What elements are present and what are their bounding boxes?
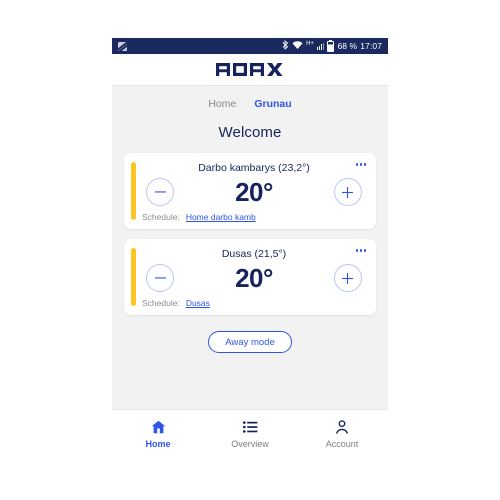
nav-label-home: Home	[145, 439, 171, 449]
minus-circle-icon[interactable]	[146, 178, 174, 206]
app-notification-icon	[118, 41, 127, 51]
nav-label-overview: Overview	[231, 439, 269, 449]
minus-circle-icon[interactable]	[146, 264, 174, 292]
network-type-label: H+	[306, 40, 314, 47]
app-header	[112, 54, 388, 86]
device-card-list: Darbo kambarys (23,2°) 20° Schedule: Hom…	[112, 141, 388, 315]
status-bar-right: H+ 68 % 17:07	[282, 39, 382, 52]
plus-circle-icon[interactable]	[333, 178, 362, 206]
adax-logo	[216, 63, 284, 76]
device-name: Dusas (21,5°)	[221, 248, 287, 260]
nav-item-home[interactable]: Home	[112, 410, 204, 458]
bluetooth-icon	[282, 40, 289, 52]
status-bar-left	[118, 41, 127, 51]
schedule-label: Schedule:	[142, 298, 180, 308]
signal-bars-icon	[316, 42, 325, 50]
card-accent-bar	[131, 162, 136, 220]
list-icon	[242, 419, 258, 434]
tab-grunau[interactable]: Grunau	[254, 98, 291, 110]
tab-home[interactable]: Home	[208, 98, 236, 110]
battery-icon	[327, 39, 335, 52]
plus-circle-icon[interactable]	[333, 264, 362, 292]
device-card[interactable]: Dusas (21,5°) 20° Schedule: Dusas	[124, 239, 376, 315]
schedule-row: Schedule: Dusas	[142, 294, 366, 308]
wifi-icon	[292, 40, 303, 52]
card-header: Dusas (21,5°)	[142, 247, 366, 260]
schedule-row: Schedule: Home darbo kamb	[142, 208, 366, 222]
card-accent-bar	[131, 248, 136, 306]
overflow-menu-icon[interactable]	[355, 249, 366, 252]
device-name: Darbo kambarys (23,2°)	[198, 162, 310, 174]
status-bar: H+ 68 % 17:07	[112, 38, 388, 54]
phone-screen: H+ 68 % 17:07 Home Grunau Welcome Darbo …	[112, 38, 388, 458]
card-header: Darbo kambarys (23,2°)	[142, 161, 366, 174]
schedule-link[interactable]: Home darbo kamb	[186, 212, 256, 222]
schedule-link[interactable]: Dusas	[186, 298, 210, 308]
battery-percent: 68 %	[337, 40, 358, 51]
temperature-control: 20°	[142, 174, 366, 208]
away-mode-button[interactable]: Away mode	[208, 331, 292, 353]
location-tabs: Home Grunau	[112, 86, 388, 110]
nav-label-account: Account	[325, 439, 359, 449]
page-title: Welcome	[218, 124, 282, 141]
overflow-menu-icon[interactable]	[355, 163, 366, 166]
away-mode-row: Away mode	[112, 325, 388, 353]
bottom-navigation: Home Overview Account	[112, 409, 388, 458]
target-temperature: 20°	[235, 263, 273, 293]
temperature-control: 20°	[142, 260, 366, 294]
person-icon	[335, 419, 349, 434]
nav-item-overview[interactable]: Overview	[204, 410, 296, 458]
clock: 17:07	[360, 40, 382, 51]
target-temperature: 20°	[235, 177, 273, 207]
nav-item-account[interactable]: Account	[296, 410, 388, 458]
home-icon	[151, 419, 166, 434]
device-card[interactable]: Darbo kambarys (23,2°) 20° Schedule: Hom…	[124, 153, 376, 229]
schedule-label: Schedule:	[142, 212, 180, 222]
